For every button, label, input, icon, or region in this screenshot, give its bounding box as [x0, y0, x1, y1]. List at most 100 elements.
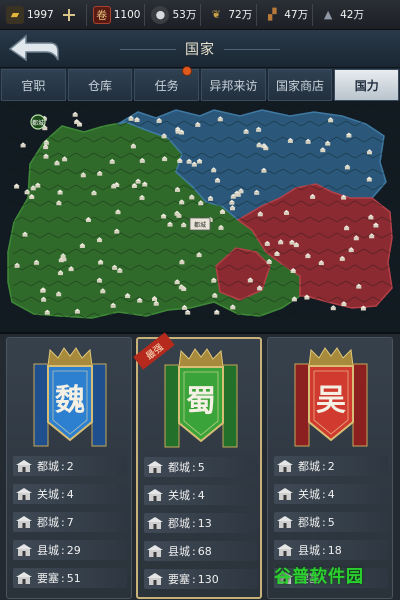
stat-value: 7	[66, 515, 74, 529]
hex-grid-line	[12, 312, 32, 319]
city-marker[interactable]	[330, 305, 337, 311]
hex-grid-line	[174, 312, 194, 319]
hex-grid-line	[291, 104, 311, 111]
hex-grid-line	[147, 104, 167, 111]
stat-label: 都城	[37, 460, 59, 473]
territory-map[interactable]: 都城 都城	[0, 102, 400, 334]
stat-label: 郡城	[168, 517, 190, 530]
stat-label: 关城	[298, 488, 320, 501]
resource-value: 42万	[340, 9, 364, 21]
hex-grid-line	[3, 200, 23, 207]
city-marker[interactable]	[13, 183, 20, 189]
city-marker[interactable]	[184, 309, 191, 315]
territory-map-canvas: 都城 都城	[3, 104, 400, 319]
resource-grain: ❦ 72万	[201, 0, 252, 30]
hex-grid-line	[21, 136, 41, 143]
prefecture-city-icon	[144, 513, 166, 533]
kingdom-emblem-icon: 蜀	[164, 348, 238, 448]
capital-city-icon	[13, 456, 35, 476]
svg-text:都城: 都城	[194, 221, 206, 229]
hex-grid-line	[390, 152, 400, 159]
city-marker[interactable]	[72, 111, 79, 117]
stat-label: 要塞	[168, 573, 190, 586]
stat-separator: :	[61, 487, 65, 501]
tab-label: 任务	[154, 78, 179, 93]
hex-grid-line	[390, 248, 400, 255]
city-marker[interactable]	[20, 142, 27, 148]
tab-officials[interactable]: 官职	[1, 69, 66, 101]
stat-label: 要塞	[37, 572, 59, 585]
stat-label: 都城	[298, 460, 320, 473]
stat-row: 都城:2	[13, 456, 127, 476]
tab-national-shop[interactable]: 国家商店	[267, 69, 333, 101]
fortress-icon	[13, 568, 35, 588]
hex-grid-line	[318, 312, 338, 319]
resource-silver: ● 53万	[145, 0, 196, 30]
kingdom-card-wei[interactable]: 魏都城:2 关城:4 郡城:7 县城:29 要塞:51	[6, 337, 132, 599]
hex-grid-line	[165, 104, 185, 111]
resource-value: 1100	[113, 8, 141, 21]
stat-separator: :	[61, 459, 65, 473]
tab-warehouse[interactable]: 仓库	[67, 69, 133, 101]
kingdom-card-shu[interactable]: 最强蜀都城:5 关城:4 郡城:13 县城:68 要塞:130	[133, 332, 262, 599]
stat-row: 县城:29	[13, 540, 127, 560]
stat-row: 要塞:51	[13, 568, 127, 588]
iron-icon: ▲	[323, 8, 333, 21]
county-city-icon	[144, 541, 166, 561]
kingdom-name: 魏	[55, 383, 85, 418]
tab-label: 异邦来访	[209, 78, 258, 93]
stat-row: 郡城:5	[274, 512, 388, 532]
stat-value: 4	[66, 487, 74, 501]
tab-national-power[interactable]: 国力	[334, 69, 400, 101]
kingdom-card-wu[interactable]: 吴都城:2 关城:4 郡城:5 县城:18 要塞:	[267, 337, 393, 599]
kingdom-power-panel: 魏都城:2 关城:4 郡城:7 县城:29 要塞:51 最强蜀都城:5 关城:4 郡城:13…	[0, 332, 400, 600]
hex-grid-line	[3, 104, 23, 111]
stat-separator: :	[192, 544, 196, 558]
stat-row: 都城:2	[274, 456, 388, 476]
tab-foreign-visits[interactable]: 异邦来访	[201, 69, 266, 101]
stat-label: 县城	[168, 545, 190, 558]
fortress-icon	[144, 569, 166, 589]
hex-grid-line	[255, 104, 275, 111]
capital-city-icon	[144, 457, 166, 477]
stat-separator: :	[192, 488, 196, 502]
hex-grid-line	[12, 120, 32, 127]
kingdom-emblem-icon: 吴	[294, 347, 368, 447]
add-gold-button[interactable]	[62, 8, 76, 22]
stat-label: 县城	[37, 544, 59, 557]
resource-wood: ▞ 47万	[257, 0, 308, 30]
resource-value: 47万	[284, 9, 309, 21]
stat-value: 130	[197, 572, 219, 586]
hex-grid-line	[390, 120, 400, 127]
hex-grid-line	[57, 104, 77, 111]
capital-marker[interactable]: 都城	[189, 217, 211, 231]
hex-grid-line	[381, 168, 400, 175]
city-marker[interactable]	[73, 119, 80, 124]
resource-value: 1997	[27, 8, 54, 21]
hex-grid-line	[381, 200, 400, 207]
hex-grid-line	[363, 104, 383, 111]
kingdom-name: 吴	[316, 383, 346, 418]
hex-grid-line	[300, 312, 320, 319]
hex-grid-line	[48, 120, 68, 127]
hex-grid-line	[381, 104, 400, 111]
stat-value: 4	[327, 487, 335, 501]
hex-grid-line	[327, 104, 347, 111]
hex-grid-line	[129, 104, 149, 111]
hex-grid-line	[345, 104, 365, 111]
stat-value: 5	[327, 515, 335, 529]
stat-separator: :	[61, 543, 65, 557]
tab-label: 国力	[354, 78, 379, 93]
stat-row: 关城:4	[13, 484, 127, 504]
title-ornament-right	[224, 49, 280, 50]
tab-label: 国家商店	[276, 78, 325, 93]
stat-label: 关城	[168, 489, 190, 502]
hex-grid-line	[39, 104, 59, 111]
stat-row: 郡城:7	[13, 512, 127, 532]
city-marker[interactable]	[213, 309, 220, 315]
stat-label: 郡城	[298, 516, 320, 529]
hex-grid-line	[201, 104, 221, 111]
tab-tasks[interactable]: 任务	[134, 66, 200, 101]
resource-iron: ▲ 42万	[313, 0, 364, 30]
capital-marker[interactable]: 都城	[30, 114, 46, 130]
